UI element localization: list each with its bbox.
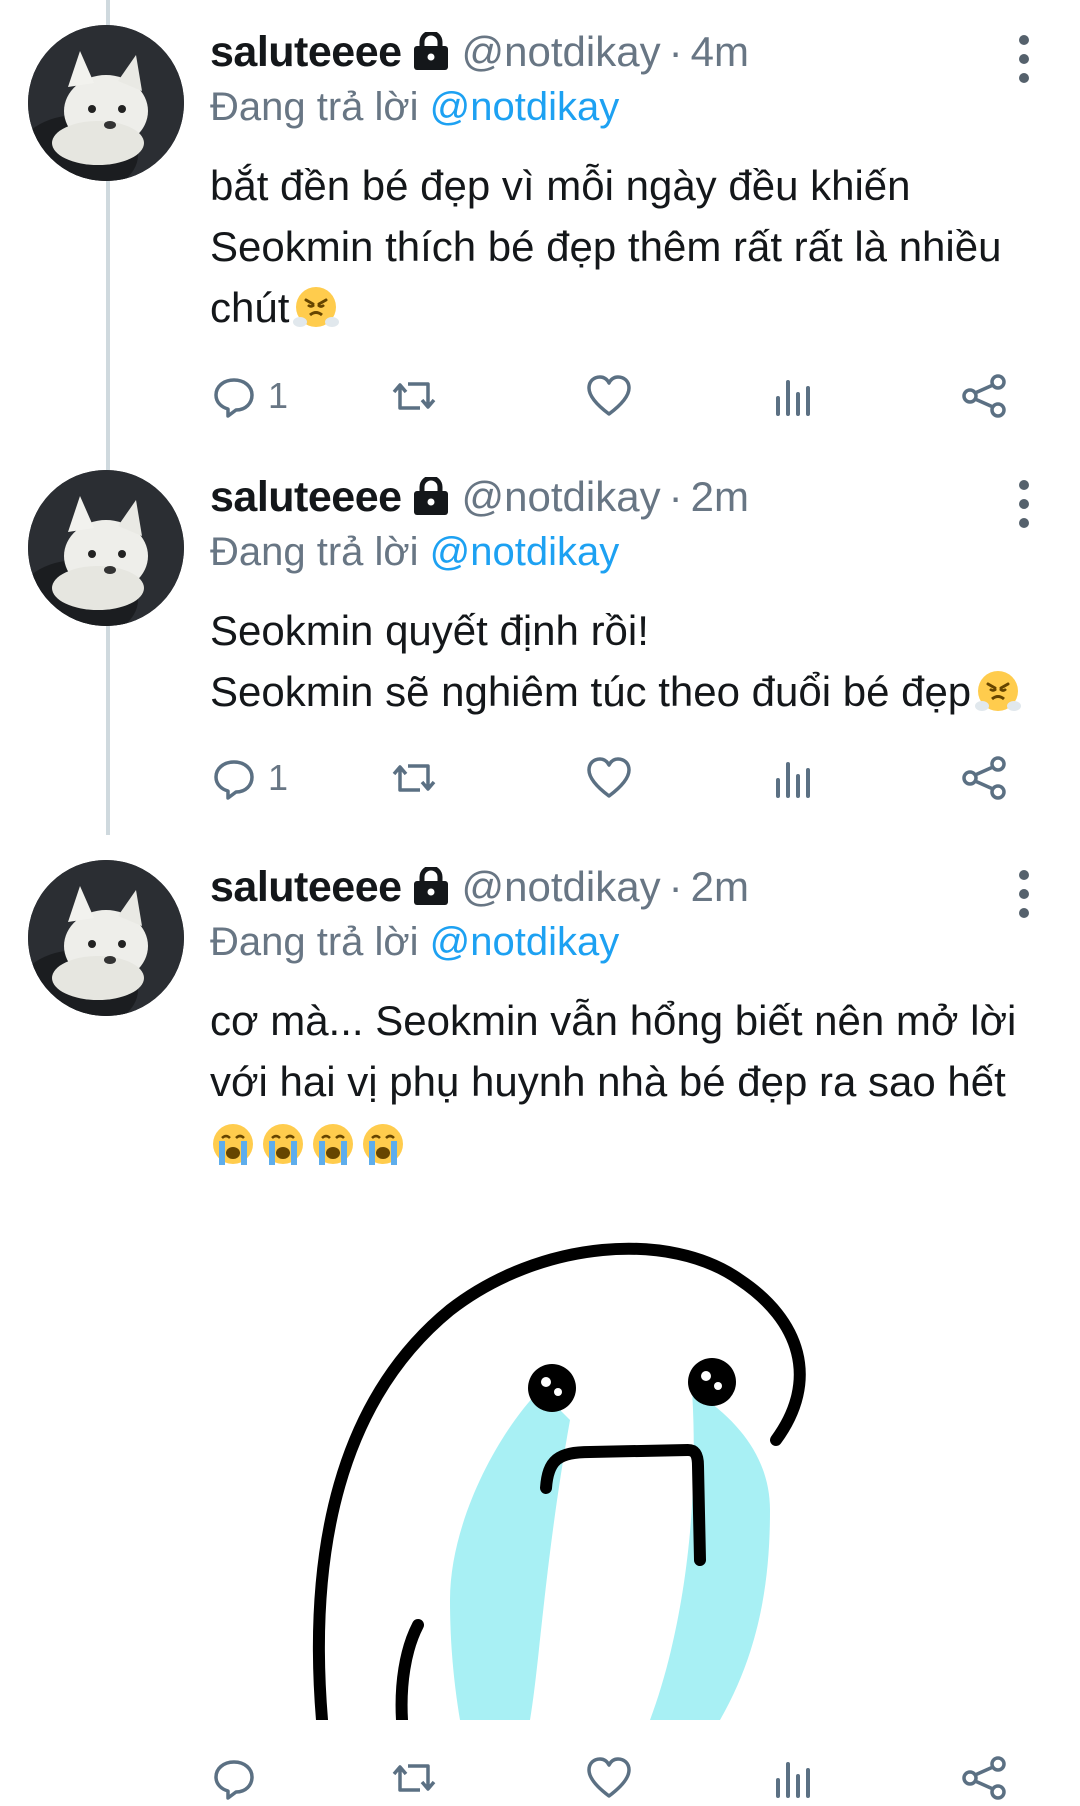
analytics-icon xyxy=(776,380,810,416)
lock-icon xyxy=(412,475,450,517)
retweet-button[interactable] xyxy=(390,368,438,424)
reply-count: 1 xyxy=(268,757,289,798)
emoji-row xyxy=(210,1114,1040,1175)
handle[interactable]: @notdikay xyxy=(462,863,661,911)
like-button[interactable] xyxy=(585,368,633,424)
tweet[interactable]: saluteeee @notdikay · 2m Đang trả lời @n… xyxy=(0,445,1080,835)
share-icon xyxy=(962,756,1006,800)
like-button[interactable] xyxy=(585,1750,633,1806)
reply-prefix: Đang trả lời xyxy=(210,920,419,964)
reply-context: Đang trả lời @notdikay xyxy=(210,85,619,130)
share-button[interactable] xyxy=(960,368,1008,424)
avatar[interactable] xyxy=(28,25,184,181)
more-icon[interactable] xyxy=(1012,870,1036,918)
tweet-actions xyxy=(210,1750,1010,1806)
separator: · xyxy=(668,28,683,75)
tweet-media-sticker[interactable] xyxy=(300,1220,920,1720)
tweet-header: saluteeee @notdikay · 4m xyxy=(210,22,749,82)
username[interactable]: saluteeee xyxy=(210,863,402,912)
like-icon xyxy=(587,375,631,416)
reply-button[interactable] xyxy=(210,1750,268,1806)
timestamp[interactable]: 2m xyxy=(691,863,749,911)
reply-prefix: Đang trả lời xyxy=(210,85,419,129)
analytics-button[interactable] xyxy=(770,368,818,424)
like-icon xyxy=(587,1757,631,1798)
retweet-icon xyxy=(392,382,436,410)
share-button[interactable] xyxy=(960,750,1008,806)
crying-face-emoji-icon xyxy=(363,1124,403,1165)
reply-button[interactable]: 1 xyxy=(210,368,288,424)
tweet-line: bắt đền bé đẹp vì mỗi ngày đều khiến xyxy=(210,162,911,209)
avatar[interactable] xyxy=(28,470,184,626)
tweet-text: bắt đền bé đẹp vì mỗi ngày đều khiến Seo… xyxy=(210,155,1040,338)
retweet-icon xyxy=(392,1764,436,1792)
analytics-button[interactable] xyxy=(770,750,818,806)
tweet[interactable]: saluteeee @notdikay · 4m Đang trả lời @n… xyxy=(0,0,1080,445)
timestamp[interactable]: 4m xyxy=(691,28,749,76)
lock-icon xyxy=(412,30,450,72)
retweet-button[interactable] xyxy=(390,750,438,806)
tweet-header: saluteeee @notdikay · 2m xyxy=(210,857,749,917)
lock-icon xyxy=(412,865,450,907)
username[interactable]: saluteeee xyxy=(210,28,402,77)
crying-face-emoji-icon xyxy=(213,1124,253,1165)
analytics-icon xyxy=(776,762,810,798)
tweet-text: Seokmin quyết định rồi! Seokmin sẽ nghiê… xyxy=(210,600,1040,722)
separator: · xyxy=(668,473,683,520)
handle[interactable]: @notdikay xyxy=(462,473,661,521)
handle[interactable]: @notdikay xyxy=(462,28,661,76)
reply-icon xyxy=(214,1760,254,1800)
separator: · xyxy=(668,863,683,910)
avatar[interactable] xyxy=(28,860,184,1016)
retweet-icon xyxy=(392,764,436,792)
username[interactable]: saluteeee xyxy=(210,473,402,522)
crying-blob-sticker-image xyxy=(312,1242,806,1720)
analytics-icon xyxy=(776,1762,810,1798)
reply-mention[interactable]: @notdikay xyxy=(430,920,620,964)
share-button[interactable] xyxy=(960,1750,1008,1806)
tweet-line: Seokmin quyết định rồi! xyxy=(210,607,649,654)
reply-mention[interactable]: @notdikay xyxy=(430,85,620,129)
tweet-text: cơ mà... Seokmin vẫn hổng biết nên mở lờ… xyxy=(210,990,1040,1175)
tweet-line: Seokmin sẽ nghiêm túc theo đuổi bé đẹp xyxy=(210,668,972,715)
crying-face-emoji-icon xyxy=(313,1124,353,1165)
reply-icon xyxy=(214,378,254,418)
tweet-actions: 1 xyxy=(210,750,1010,806)
reply-context: Đang trả lời @notdikay xyxy=(210,920,619,965)
timestamp[interactable]: 2m xyxy=(691,473,749,521)
steam-face-emoji-icon xyxy=(975,671,1022,711)
reply-prefix: Đang trả lời xyxy=(210,530,419,574)
reply-mention[interactable]: @notdikay xyxy=(430,530,620,574)
reply-count: 1 xyxy=(268,375,289,416)
steam-face-emoji-icon xyxy=(293,287,340,327)
like-icon xyxy=(587,757,631,798)
reply-button[interactable]: 1 xyxy=(210,750,288,806)
reply-icon xyxy=(214,760,254,800)
tweet-line: Seokmin thích bé đẹp thêm rất rất là nhi… xyxy=(210,223,1002,270)
share-icon xyxy=(962,1756,1006,1800)
share-icon xyxy=(962,374,1006,418)
tweet-line: với hai vị phụ huynh nhà bé đẹp ra sao h… xyxy=(210,1058,1006,1105)
tweet-header: saluteeee @notdikay · 2m xyxy=(210,467,749,527)
crying-face-emoji-icon xyxy=(263,1124,303,1165)
tweet-actions: 1 xyxy=(210,368,1010,424)
like-button[interactable] xyxy=(585,750,633,806)
tweet-line: chút xyxy=(210,284,290,331)
more-icon[interactable] xyxy=(1012,35,1036,83)
more-icon[interactable] xyxy=(1012,480,1036,528)
tweet-line: cơ mà... Seokmin vẫn hổng biết nên mở lờ… xyxy=(210,997,1017,1044)
retweet-button[interactable] xyxy=(390,1750,438,1806)
reply-context: Đang trả lời @notdikay xyxy=(210,530,619,575)
analytics-button[interactable] xyxy=(770,1750,818,1806)
